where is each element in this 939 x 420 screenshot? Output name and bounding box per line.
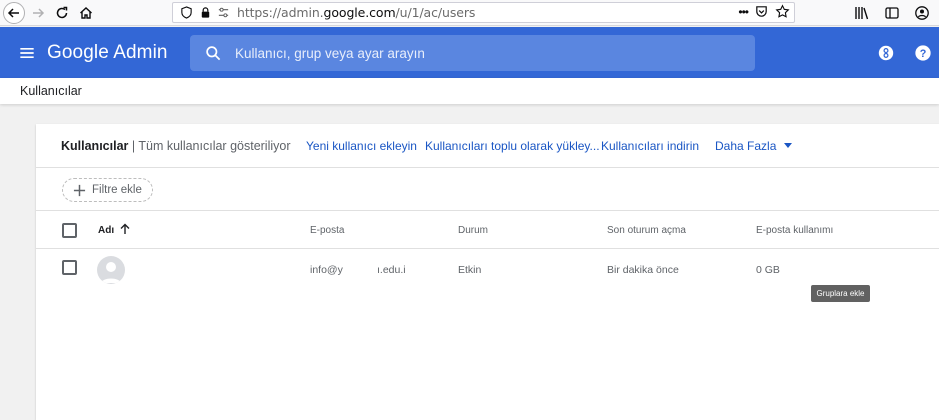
more-actions-button[interactable]: Daha Fazla [715, 139, 793, 153]
add-user-link[interactable]: Yeni kullanıcı ekleyin [306, 139, 417, 153]
home-button[interactable] [75, 2, 97, 24]
more-actions-label: Daha Fazla [715, 139, 777, 153]
dropdown-arrow-icon [784, 143, 793, 148]
card-title-separator: | [131, 139, 136, 153]
user-email-usage: 0 GB [756, 264, 780, 276]
bulk-upload-link[interactable]: Kullanıcıları toplu olarak yükley... [425, 139, 600, 153]
sort-ascending-icon[interactable] [119, 223, 131, 235]
add-to-groups-tooltip: Gruplara ekle [811, 285, 870, 302]
card-subtitle: Tüm kullanıcılar gösteriliyor [138, 139, 291, 153]
add-filter-button[interactable]: Filtre ekle [62, 178, 153, 202]
menu-icon[interactable] [15, 41, 39, 65]
pocket-icon[interactable] [754, 4, 769, 19]
lock-icon[interactable] [197, 5, 213, 21]
users-card: Kullanıcılar | Tüm kullanıcılar gösteril… [36, 124, 939, 420]
user-last-login: Bir dakika önce [607, 264, 679, 276]
help-icon[interactable]: ? [913, 43, 933, 63]
reload-button[interactable] [51, 2, 73, 24]
card-title: Kullanıcılar | Tüm kullanıcılar gösteril… [61, 139, 291, 153]
table-row[interactable]: info@y ı.edu.i Etkin Bir dakika önce 0 G… [36, 250, 939, 288]
address-bar[interactable]: https://admin.google.com/u/1/ac/users ••… [172, 2, 795, 23]
arrow-right-icon [33, 7, 45, 18]
library-icon[interactable] [851, 2, 873, 24]
user-email-end: ı.edu.i [377, 264, 406, 276]
user-status: Etkin [458, 264, 482, 276]
home-icon [80, 6, 92, 19]
url-path: /u/1/ac/users [395, 5, 476, 20]
url-domain: google.com [323, 5, 396, 20]
select-all-checkbox[interactable] [62, 223, 77, 238]
column-name[interactable]: Adı [98, 225, 114, 236]
row-checkbox[interactable] [62, 260, 77, 275]
add-filter-label: Filtre ekle [92, 184, 142, 196]
user-email-start: info@y [310, 264, 343, 276]
permissions-icon[interactable] [215, 5, 231, 21]
column-email[interactable]: E-posta [310, 225, 344, 236]
column-status[interactable]: Durum [458, 225, 488, 236]
breadcrumb-users[interactable]: Kullanıcılar [20, 84, 82, 98]
forward-button[interactable] [27, 2, 49, 24]
column-email-usage[interactable]: E-posta kullanımı [756, 225, 833, 236]
column-last-login[interactable]: Son oturum açma [607, 225, 686, 236]
filter-row: Filtre ekle [36, 168, 939, 211]
download-users-link[interactable]: Kullanıcıları indirin [601, 139, 699, 153]
card-title-main: Kullanıcılar [61, 139, 129, 153]
reload-icon [56, 6, 68, 18]
shield-icon[interactable] [178, 5, 194, 21]
browser-toolbar: https://admin.google.com/u/1/ac/users ••… [0, 0, 939, 26]
search-icon [203, 43, 223, 63]
url-prefix: https://admin. [237, 5, 324, 20]
search-input[interactable] [235, 45, 715, 61]
page-actions-button[interactable]: ••• [738, 5, 749, 19]
plus-icon [72, 183, 86, 197]
back-button[interactable] [3, 1, 25, 24]
search-box[interactable] [190, 35, 755, 71]
url-text[interactable]: https://admin.google.com/u/1/ac/users [237, 5, 475, 20]
table-header: Adı E-posta Durum Son oturum açma E-post… [36, 211, 939, 249]
support-icon[interactable] [876, 43, 896, 63]
breadcrumb: Kullanıcılar [0, 78, 939, 104]
arrow-left-icon [7, 7, 19, 18]
sidebar-icon[interactable] [881, 2, 903, 24]
account-icon[interactable] [911, 2, 933, 24]
bookmark-star-icon[interactable] [775, 4, 790, 19]
app-header: Google Admin ? [0, 27, 939, 78]
app-title[interactable]: Google Admin [47, 42, 168, 64]
svg-text:?: ? [920, 48, 927, 60]
card-header: Kullanıcılar | Tüm kullanıcılar gösteril… [36, 124, 939, 168]
avatar[interactable] [97, 256, 125, 284]
